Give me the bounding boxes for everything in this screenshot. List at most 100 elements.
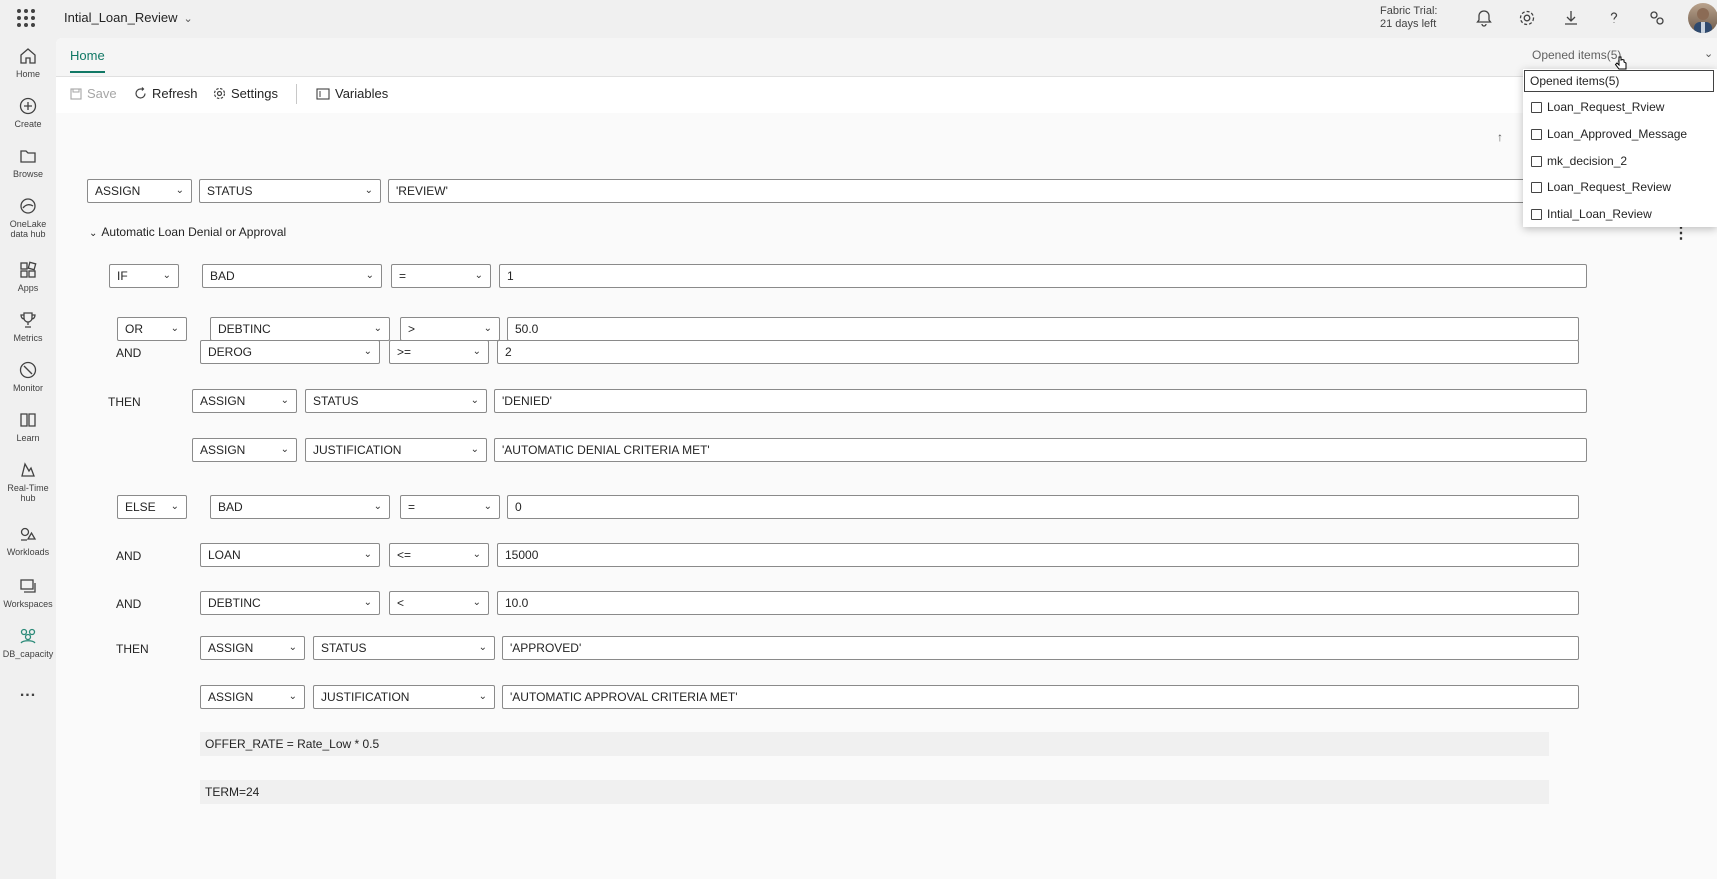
sidebar-item-onelake[interactable]: OneLake data hub bbox=[0, 196, 56, 239]
chevron-down-icon: ⌄ bbox=[478, 642, 487, 653]
move-up-icon[interactable]: ↑ bbox=[1497, 130, 1503, 144]
opened-item-label: mk_decision_2 bbox=[1547, 154, 1628, 168]
sidebar-item-monitor[interactable]: Monitor bbox=[0, 360, 56, 393]
workloads-icon bbox=[20, 527, 37, 541]
variable-select[interactable]: STATUS ⌄ bbox=[305, 389, 487, 413]
value-input[interactable]: 50.0 bbox=[507, 317, 1579, 341]
sidebar-item-apps[interactable]: Apps bbox=[0, 260, 56, 293]
sidebar-item-learn[interactable]: Learn bbox=[0, 410, 56, 443]
variable-select[interactable]: DEBTINC ⌄ bbox=[210, 317, 390, 341]
value-input[interactable]: 2 bbox=[497, 340, 1579, 364]
expression-field[interactable]: OFFER_RATE = Rate_Low * 0.5 bbox=[200, 732, 1549, 756]
chevron-down-icon: ⌄ bbox=[470, 444, 479, 455]
operator-select[interactable]: = ⌄ bbox=[391, 264, 491, 288]
opened-item[interactable]: Loan_Request_Rview bbox=[1523, 95, 1717, 119]
opened-item[interactable]: mk_decision_2 bbox=[1523, 149, 1717, 173]
opened-item[interactable]: Loan_Approved_Message bbox=[1523, 122, 1717, 146]
sidebar-item-workloads[interactable]: Workloads bbox=[0, 524, 56, 557]
select-value: ASSIGN bbox=[200, 443, 246, 457]
value-input[interactable]: 'APPROVED' bbox=[502, 636, 1579, 660]
operator-select[interactable]: > ⌄ bbox=[400, 317, 500, 341]
sidebar-item-browse[interactable]: Browse bbox=[0, 146, 56, 179]
variable-select[interactable]: JUSTIFICATION ⌄ bbox=[313, 685, 495, 709]
expression-field[interactable]: TERM=24 bbox=[200, 780, 1549, 804]
value-input[interactable]: 'DENIED' bbox=[494, 389, 1587, 413]
variable-select[interactable]: LOAN ⌄ bbox=[200, 543, 380, 567]
value-input[interactable]: 15000 bbox=[497, 543, 1579, 567]
download-icon[interactable] bbox=[1561, 8, 1581, 28]
save-button[interactable]: Save bbox=[70, 86, 117, 101]
value-input[interactable]: 0 bbox=[507, 495, 1579, 519]
opened-item-label: Intial_Loan_Review bbox=[1547, 207, 1652, 221]
book-icon bbox=[20, 413, 36, 427]
share-icon[interactable] bbox=[1647, 8, 1667, 28]
refresh-button[interactable]: Refresh bbox=[134, 86, 198, 101]
opened-item[interactable]: Intial_Loan_Review bbox=[1523, 202, 1717, 226]
opened-items-header[interactable]: Opened items(5) bbox=[1524, 70, 1714, 92]
value-input[interactable]: 10.0 bbox=[497, 591, 1579, 615]
variable-select[interactable]: DEROG ⌄ bbox=[200, 340, 380, 364]
operator-select[interactable]: = ⌄ bbox=[400, 495, 500, 519]
chevron-down-icon[interactable]: ⌄ bbox=[1704, 47, 1713, 60]
chevron-down-icon: ⌄ bbox=[288, 642, 297, 653]
value-input[interactable]: 1 bbox=[499, 264, 1587, 288]
sidebar-item-realtime[interactable]: Real-Time hub bbox=[0, 460, 56, 503]
value-input[interactable]: 'AUTOMATIC APPROVAL CRITERIA MET' bbox=[502, 685, 1579, 709]
operator-select[interactable]: <= ⌄ bbox=[389, 543, 489, 567]
select-value: ASSIGN bbox=[95, 184, 141, 198]
sidebar-item-db-capacity[interactable]: DB_capacity bbox=[0, 626, 56, 659]
save-icon bbox=[70, 87, 82, 100]
sidebar-item-create[interactable]: Create bbox=[0, 96, 56, 129]
gear-icon[interactable] bbox=[1517, 8, 1537, 28]
chevron-down-icon: ⌄ bbox=[280, 395, 289, 406]
trophy-icon bbox=[20, 312, 36, 328]
item-title: Intial_Loan_Review bbox=[64, 10, 178, 25]
rule-group-header[interactable]: ⌄ Automatic Loan Denial or Approval bbox=[89, 225, 286, 239]
select-value: DEROG bbox=[208, 345, 253, 359]
settings-button[interactable]: Settings bbox=[213, 86, 278, 101]
action-select[interactable]: ASSIGN ⌄ bbox=[87, 179, 192, 203]
then-keyword: THEN bbox=[108, 395, 141, 409]
avatar[interactable] bbox=[1688, 3, 1717, 33]
apps-icon bbox=[20, 261, 37, 278]
select-value: >= bbox=[397, 345, 412, 359]
trial-days-left: 21 days left bbox=[1380, 18, 1437, 30]
action-select[interactable]: ASSIGN ⌄ bbox=[200, 685, 305, 709]
value-input[interactable]: 'AUTOMATIC DENIAL CRITERIA MET' bbox=[494, 438, 1587, 462]
sidebar-item-workspaces[interactable]: Workspaces bbox=[0, 576, 56, 609]
chevron-down-icon: ⌄ bbox=[478, 691, 487, 702]
action-select[interactable]: ASSIGN ⌄ bbox=[192, 438, 297, 462]
variable-select[interactable]: JUSTIFICATION ⌄ bbox=[305, 438, 487, 462]
condition-keyword-select[interactable]: IF ⌄ bbox=[109, 264, 179, 288]
variables-button[interactable]: Variables bbox=[316, 86, 388, 101]
variable-select[interactable]: DEBTINC ⌄ bbox=[200, 591, 380, 615]
bell-icon[interactable] bbox=[1474, 8, 1494, 28]
variable-select[interactable]: STATUS ⌄ bbox=[199, 179, 381, 203]
variable-select[interactable]: BAD ⌄ bbox=[210, 495, 390, 519]
value-input[interactable]: 'REVIEW' bbox=[388, 179, 1643, 203]
sidebar-item-metrics[interactable]: Metrics bbox=[0, 310, 56, 343]
help-icon[interactable] bbox=[1604, 8, 1624, 28]
more-options-icon[interactable]: ... bbox=[0, 683, 56, 701]
chevron-down-icon: ⌄ bbox=[288, 691, 297, 702]
variable-select[interactable]: BAD ⌄ bbox=[202, 264, 382, 288]
operator-select[interactable]: < ⌄ bbox=[389, 591, 489, 615]
action-select[interactable]: ASSIGN ⌄ bbox=[192, 389, 297, 413]
toolbar: Save Refresh Settings Variables bbox=[56, 77, 1717, 114]
opened-item-label: Loan_Approved_Message bbox=[1547, 127, 1688, 141]
sidebar-item-home[interactable]: Home bbox=[0, 46, 56, 79]
select-value: OR bbox=[125, 322, 143, 336]
app-launcher-icon[interactable] bbox=[17, 9, 35, 27]
trial-status[interactable]: Fabric Trial: 21 days left bbox=[1380, 5, 1437, 31]
item-title-menu[interactable]: Intial_Loan_Review ⌄ bbox=[64, 10, 193, 25]
operator-select[interactable]: >= ⌄ bbox=[389, 340, 489, 364]
action-select[interactable]: ASSIGN ⌄ bbox=[200, 636, 305, 660]
condition-keyword-select[interactable]: OR ⌄ bbox=[117, 317, 187, 341]
variable-select[interactable]: STATUS ⌄ bbox=[313, 636, 495, 660]
opened-item[interactable]: Loan_Request_Review bbox=[1523, 175, 1717, 199]
select-value: = bbox=[399, 269, 407, 283]
opened-items-trigger[interactable]: Opened items(5) bbox=[1532, 48, 1621, 62]
tab-home[interactable]: Home bbox=[70, 48, 105, 73]
select-value: BAD bbox=[218, 500, 243, 514]
condition-keyword-select[interactable]: ELSE ⌄ bbox=[117, 495, 187, 519]
